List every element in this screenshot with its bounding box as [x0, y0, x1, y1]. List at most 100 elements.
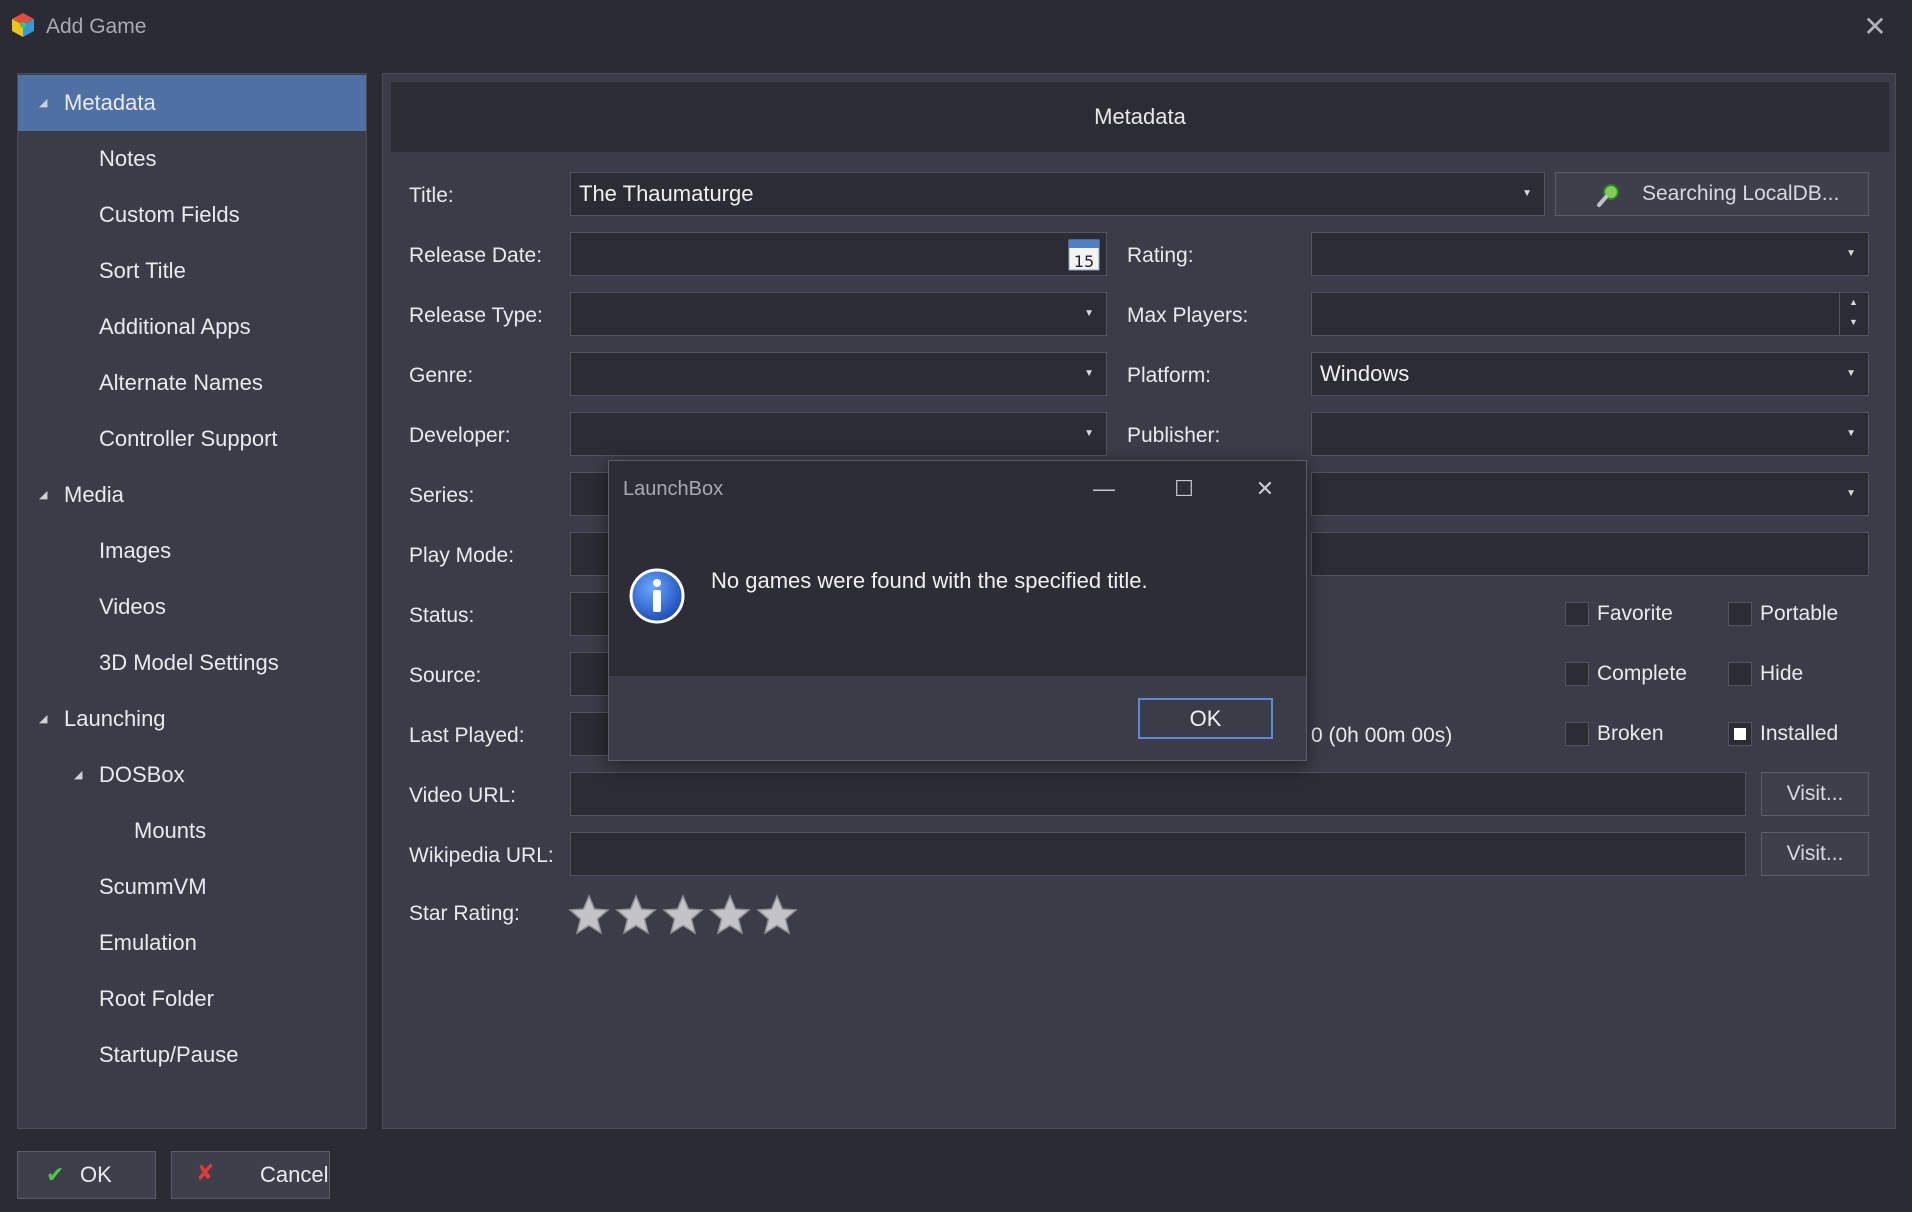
favorite-label: Favorite — [1597, 602, 1673, 625]
publisher-dropdown[interactable]: ▼ — [1311, 412, 1869, 456]
launchbox-message-dialog: LaunchBox — ☐ ✕ No games were found with… — [608, 460, 1307, 761]
expand-arrow-icon[interactable]: ◢ — [39, 467, 47, 523]
video-url-label: Video URL: — [409, 784, 517, 807]
release-type-dropdown[interactable]: ▼ — [570, 292, 1107, 336]
title-value: The Thaumaturge — [579, 181, 754, 206]
broken-checkbox[interactable] — [1565, 722, 1589, 746]
sidebar-item-label: Controller Support — [99, 426, 278, 451]
publisher-label: Publisher: — [1127, 424, 1221, 447]
sidebar-item-scummvm[interactable]: ScummVM — [18, 859, 366, 915]
dropdown-arrow-icon[interactable]: ▼ — [1846, 353, 1856, 395]
dropdown-arrow-icon[interactable]: ▼ — [1084, 413, 1094, 455]
dropdown-arrow-icon[interactable]: ▼ — [1846, 473, 1856, 515]
installed-label: Installed — [1760, 722, 1839, 745]
ok-button[interactable]: ✔ OK — [17, 1151, 156, 1199]
hide-label: Hide — [1760, 662, 1804, 685]
dropdown-arrow-icon[interactable]: ▼ — [1084, 293, 1094, 335]
sidebar-item-sort-title[interactable]: Sort Title — [18, 243, 366, 299]
genre-label: Genre: — [409, 364, 474, 387]
sidebar-tree: ◢ Metadata Notes Custom Fields Sort Titl… — [17, 73, 367, 1129]
dialog-message: No games were found with the specified t… — [711, 568, 1148, 593]
dropdown-arrow-icon[interactable]: ▼ — [1522, 173, 1532, 215]
sidebar-item-launching[interactable]: ◢ Launching — [18, 691, 366, 747]
visit-wikipedia-button[interactable]: Visit... — [1761, 832, 1869, 876]
sidebar-item-root-folder[interactable]: Root Folder — [18, 971, 366, 1027]
dropdown-arrow-icon[interactable]: ▼ — [1846, 413, 1856, 455]
complete-checkbox[interactable] — [1565, 662, 1589, 686]
max-players-stepper[interactable]: ▲ ▼ — [1311, 292, 1869, 336]
sidebar-item-label: Additional Apps — [99, 314, 251, 339]
sidebar-item-videos[interactable]: Videos — [18, 579, 366, 635]
window-close-icon[interactable]: ✕ — [1856, 8, 1894, 46]
play-mode-label: Play Mode: — [409, 544, 515, 567]
expand-arrow-icon[interactable]: ◢ — [74, 747, 82, 803]
minimize-icon[interactable]: — — [1082, 467, 1126, 511]
developer-dropdown[interactable]: ▼ — [570, 412, 1107, 456]
sidebar-item-media[interactable]: ◢ Media — [18, 467, 366, 523]
play-time-value: 0 (0h 00m 00s) — [1311, 724, 1453, 747]
wikipedia-url-label: Wikipedia URL: — [409, 844, 554, 867]
sidebar-item-additional-apps[interactable]: Additional Apps — [18, 299, 366, 355]
ok-button-label: OK — [80, 1162, 112, 1187]
stepper-down-icon[interactable]: ▼ — [1849, 301, 1858, 335]
sidebar-item-label: Videos — [99, 594, 166, 619]
star-icon[interactable] — [568, 894, 610, 936]
checkmark-icon: ✔ — [46, 1162, 65, 1187]
star-icon[interactable] — [756, 894, 798, 936]
sidebar-item-alternate-names[interactable]: Alternate Names — [18, 355, 366, 411]
dialog-close-icon[interactable]: ✕ — [1243, 467, 1287, 511]
calendar-icon[interactable]: 15 — [1068, 237, 1100, 271]
launchbox-logo-icon — [12, 13, 34, 37]
region-dropdown[interactable]: ▼ — [1311, 472, 1869, 516]
dropdown-arrow-icon[interactable]: ▼ — [1846, 233, 1856, 275]
sidebar-item-label: Custom Fields — [99, 202, 240, 227]
cancel-button[interactable]: ✘ Cancel — [171, 1151, 330, 1199]
title-combobox[interactable]: The Thaumaturge ▼ — [570, 172, 1545, 216]
sidebar-item-controller-support[interactable]: Controller Support — [18, 411, 366, 467]
sidebar-item-label: Media — [64, 482, 124, 507]
dropdown-arrow-icon[interactable]: ▼ — [1084, 353, 1094, 395]
star-rating-label: Star Rating: — [409, 902, 520, 925]
star-icon[interactable] — [709, 894, 751, 936]
version-input[interactable] — [1311, 532, 1869, 576]
installed-checkbox[interactable] — [1728, 722, 1752, 746]
sidebar-item-dosbox[interactable]: ◢ DOSBox — [18, 747, 366, 803]
sidebar-item-label: Metadata — [64, 90, 156, 115]
video-url-input[interactable] — [570, 772, 1746, 816]
rating-dropdown[interactable]: ▼ — [1311, 232, 1869, 276]
search-localdb-button[interactable]: Searching LocalDB... — [1555, 172, 1869, 216]
developer-label: Developer: — [409, 424, 511, 447]
sidebar-item-images[interactable]: Images — [18, 523, 366, 579]
stepper-buttons: ▲ ▼ — [1839, 293, 1868, 335]
sidebar-item-startup-pause[interactable]: Startup/Pause — [18, 1027, 366, 1083]
sidebar-item-custom-fields[interactable]: Custom Fields — [18, 187, 366, 243]
maximize-icon[interactable]: ☐ — [1162, 467, 1206, 511]
sidebar-item-label: Emulation — [99, 930, 197, 955]
genre-dropdown[interactable]: ▼ — [570, 352, 1107, 396]
star-rating-control[interactable] — [568, 894, 808, 936]
visit-video-button[interactable]: Visit... — [1761, 772, 1869, 816]
sidebar-item-label: Images — [99, 538, 172, 563]
star-icon[interactable] — [615, 894, 657, 936]
sidebar-item-emulation[interactable]: Emulation — [18, 915, 366, 971]
portable-checkbox[interactable] — [1728, 602, 1752, 626]
sidebar-item-notes[interactable]: Notes — [18, 131, 366, 187]
sidebar-item-3d-model-settings[interactable]: 3D Model Settings — [18, 635, 366, 691]
series-label: Series: — [409, 484, 475, 507]
dialog-ok-button[interactable]: OK — [1138, 698, 1273, 739]
expand-arrow-icon[interactable]: ◢ — [39, 75, 47, 131]
sidebar-item-label: DOSBox — [99, 762, 185, 787]
platform-value: Windows — [1320, 361, 1410, 386]
release-date-label: Release Date: — [409, 244, 543, 267]
star-icon[interactable] — [662, 894, 704, 936]
wikipedia-url-input[interactable] — [570, 832, 1746, 876]
expand-arrow-icon[interactable]: ◢ — [39, 691, 47, 747]
sidebar-item-mounts[interactable]: Mounts — [18, 803, 366, 859]
release-date-picker[interactable]: 15 — [570, 232, 1107, 276]
sidebar-item-label: ScummVM — [99, 874, 207, 899]
hide-checkbox[interactable] — [1728, 662, 1752, 686]
platform-dropdown[interactable]: Windows ▼ — [1311, 352, 1869, 396]
favorite-checkbox[interactable] — [1565, 602, 1589, 626]
portable-label: Portable — [1760, 602, 1839, 625]
sidebar-item-metadata[interactable]: ◢ Metadata — [18, 75, 366, 131]
